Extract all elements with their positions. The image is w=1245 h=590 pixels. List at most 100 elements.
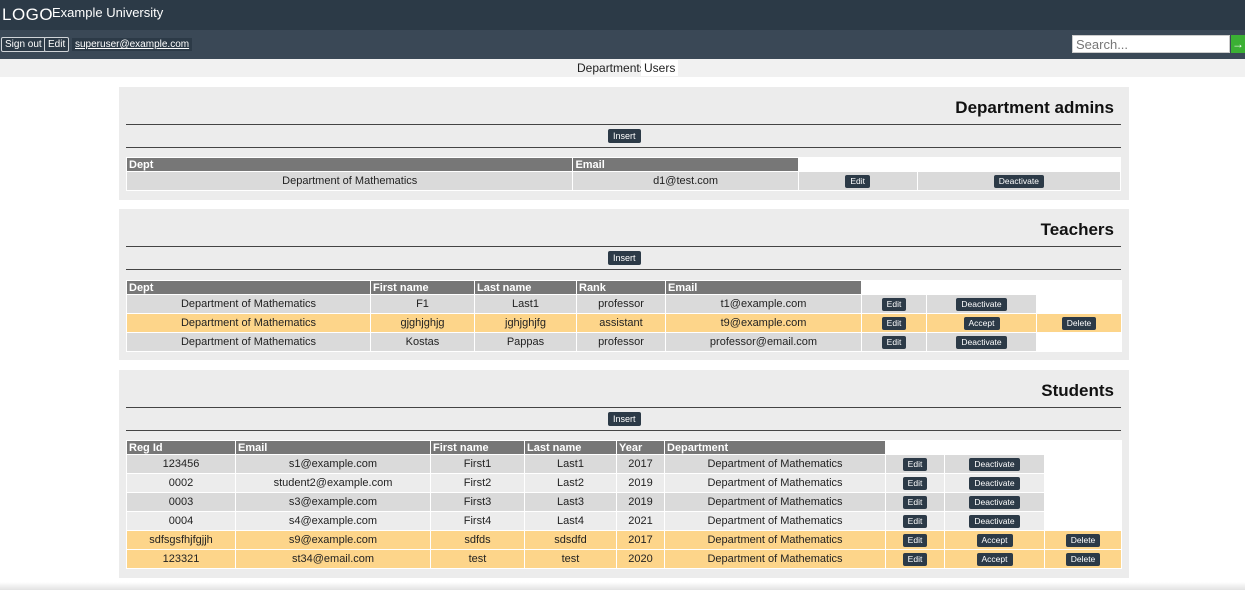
cell-dept: Department of Mathematics	[126, 313, 371, 333]
edit-button[interactable]: Edit	[902, 457, 928, 471]
cell-dept: Department of Mathematics	[664, 530, 886, 550]
divider	[126, 147, 1121, 148]
cell-last: Last1	[524, 454, 617, 474]
edit-button[interactable]: Edit	[881, 335, 907, 349]
cell-first: First3	[430, 492, 525, 512]
deactivate-button[interactable]: Deactivate	[956, 297, 1007, 311]
insert-student-button[interactable]: Insert	[608, 412, 641, 426]
cell-last: test	[524, 549, 617, 569]
search-go-button[interactable]: →	[1231, 35, 1245, 53]
delete-button[interactable]: Delete	[1065, 533, 1101, 547]
logo: LOGO	[2, 5, 54, 24]
arrow-right-icon: →	[1232, 37, 1244, 51]
divider	[126, 430, 1121, 431]
edit-button[interactable]: Edit	[902, 552, 928, 566]
edit-button[interactable]: Edit	[881, 316, 907, 330]
cell-year: 2019	[616, 473, 665, 493]
column-header: Dept	[126, 280, 371, 295]
delete-button[interactable]: Delete	[1061, 316, 1097, 330]
edit-profile-button[interactable]: Edit	[44, 37, 70, 52]
cell-last: Last2	[524, 473, 617, 493]
cell-email: d1@test.com	[572, 171, 799, 191]
column-header: First name	[370, 280, 475, 295]
cell-dept: Department of Mathematics	[664, 454, 886, 474]
deactivate-button[interactable]: Deactivate	[969, 514, 1020, 528]
column-header: Year	[616, 440, 665, 455]
table-row: 0004 s4@example.com First4 Last4 2021 Departm…	[126, 511, 1123, 531]
column-header: Reg Id	[126, 440, 236, 455]
cell-email: professor@email.com	[665, 332, 862, 352]
cell-rank: professor	[576, 294, 666, 314]
cell-year: 2019	[616, 492, 665, 512]
cell-year: 2021	[616, 511, 665, 531]
edit-button[interactable]: Edit	[902, 514, 928, 528]
cell-last: Last3	[524, 492, 617, 512]
cell-reg: 123456	[126, 454, 236, 474]
cell-rank: professor	[576, 332, 666, 352]
column-header: Rank	[576, 280, 666, 295]
column-header: First name	[430, 440, 525, 455]
edit-button[interactable]: Edit	[902, 495, 928, 509]
bottom-edge	[0, 582, 1245, 590]
cell-reg: 0003	[126, 492, 236, 512]
column-header: Email	[572, 157, 799, 172]
admins-table: Dept Email Department of Mathematics d1@t…	[125, 157, 1122, 191]
site-title: Example University	[52, 5, 164, 20]
cell-year: 2017	[616, 454, 665, 474]
sign-out-button[interactable]: Sign out	[1, 37, 46, 52]
accept-button[interactable]: Accept	[976, 552, 1013, 566]
cell-first: First4	[430, 511, 525, 531]
deactivate-button[interactable]: Deactivate	[969, 476, 1020, 490]
cell-dept: Department of Mathematics	[664, 511, 886, 531]
cell-year: 2020	[616, 549, 665, 569]
cell-first: test	[430, 549, 525, 569]
table-row: 123456 s1@example.com First1 Last1 2017 Depar…	[126, 454, 1123, 474]
table-row: Department of Mathematics gjghjghjg jghjgh…	[126, 313, 1123, 333]
table-row: 0003 s3@example.com First3 Last3 2019 Departm…	[126, 492, 1123, 512]
cell-last: Last1	[474, 294, 577, 314]
deactivate-button[interactable]: Deactivate	[993, 174, 1044, 188]
edit-button[interactable]: Edit	[845, 174, 871, 188]
deactivate-button[interactable]: Deactivate	[969, 457, 1020, 471]
cell-last: sdsdfd	[524, 530, 617, 550]
table-row: Department of Mathematics Kostas Pappas pro…	[126, 332, 1123, 352]
edit-button[interactable]: Edit	[881, 297, 907, 311]
cell-dept: Department of Mathematics	[664, 492, 886, 512]
cell-reg: 0004	[126, 511, 236, 531]
cell-email: s1@example.com	[235, 454, 431, 474]
accept-button[interactable]: Accept	[976, 533, 1013, 547]
cell-reg: 0002	[126, 473, 236, 493]
table-row: Department of Mathematics d1@test.com Edit…	[125, 171, 1122, 191]
tab-users[interactable]: Users	[641, 60, 679, 76]
cell-first: sdfds	[430, 530, 525, 550]
insert-teacher-button[interactable]: Insert	[608, 251, 641, 265]
deactivate-button[interactable]: Deactivate	[969, 495, 1020, 509]
table-row: 0002 student2@example.com First2 Last2 2019 D…	[126, 473, 1123, 493]
deactivate-button[interactable]: Deactivate	[956, 335, 1007, 349]
column-header: Department	[664, 440, 886, 455]
teachers-panel: Teachers Insert Dept First name Last nam…	[119, 209, 1129, 360]
tab-departments[interactable]: Departments	[574, 60, 649, 76]
search-input[interactable]	[1072, 35, 1230, 53]
cell-email: t9@example.com	[665, 313, 862, 333]
cell-email: s3@example.com	[235, 492, 431, 512]
delete-button[interactable]: Delete	[1065, 552, 1101, 566]
user-email-link[interactable]: superuser@example.com	[72, 38, 193, 51]
table-row: 123321 st34@email.com test test 2020 Departme…	[126, 549, 1123, 569]
insert-admin-button[interactable]: Insert	[608, 129, 641, 143]
edit-button[interactable]: Edit	[902, 476, 928, 490]
cell-email: s9@example.com	[235, 530, 431, 550]
cell-reg: sdfsgsfhjfgjjh	[126, 530, 236, 550]
column-header: Dept	[125, 157, 574, 172]
column-header: Email	[235, 440, 431, 455]
cell-last: Pappas	[474, 332, 577, 352]
column-header: Email	[665, 280, 862, 295]
cell-last: Last4	[524, 511, 617, 531]
cell-dept: Department of Mathematics	[126, 294, 371, 314]
cell-first: F1	[370, 294, 475, 314]
top-bar: LOGO Example University	[0, 0, 1245, 30]
cell-email: s4@example.com	[235, 511, 431, 531]
edit-button[interactable]: Edit	[902, 533, 928, 547]
cell-dept: Department of Mathematics	[126, 332, 371, 352]
accept-button[interactable]: Accept	[963, 316, 1000, 330]
